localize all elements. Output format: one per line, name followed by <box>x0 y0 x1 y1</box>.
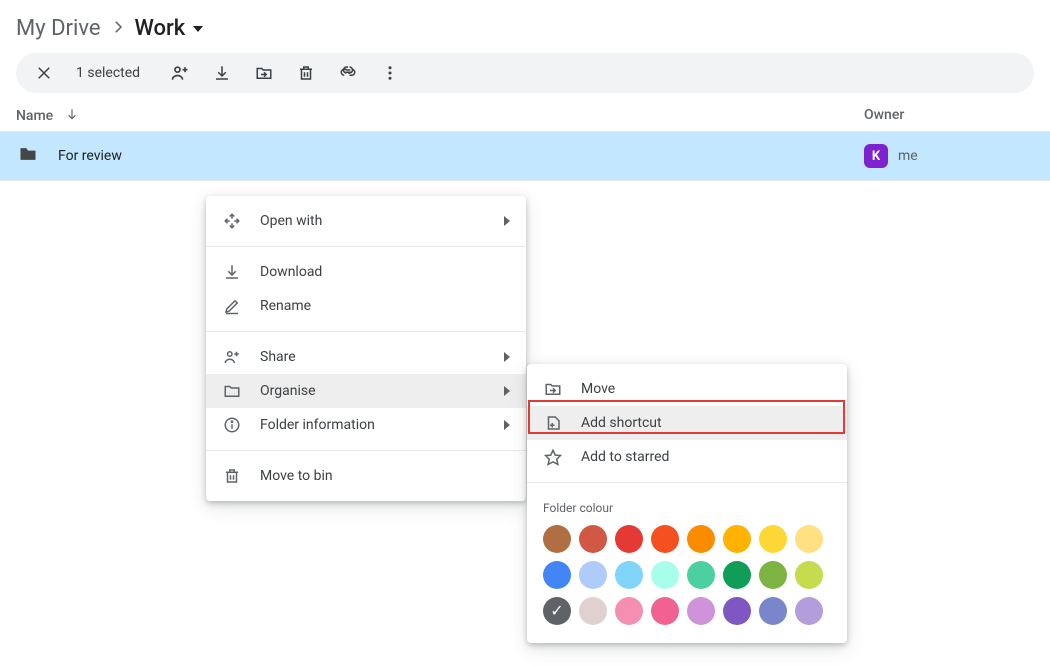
color-swatch[interactable] <box>651 597 679 625</box>
arrow-down-icon <box>65 107 79 125</box>
color-swatch[interactable] <box>615 561 643 589</box>
color-swatch[interactable] <box>543 561 571 589</box>
breadcrumb-current-label: Work <box>135 16 186 41</box>
selection-toolbar: 1 selected <box>16 53 1034 93</box>
organise-submenu: Move Add shortcut Add to starred Folder … <box>527 364 847 643</box>
file-row-selected[interactable]: For review K me <box>0 132 1050 181</box>
share-button[interactable] <box>168 61 192 85</box>
color-grid <box>527 521 847 635</box>
download-icon <box>222 263 242 281</box>
color-swatch[interactable] <box>687 525 715 553</box>
chevron-right-icon <box>109 18 127 40</box>
menu-download[interactable]: Download <box>206 255 526 289</box>
menu-move-to-bin-label: Move to bin <box>260 468 510 484</box>
menu-divider <box>206 450 526 451</box>
menu-share-label: Share <box>260 349 486 365</box>
column-header-owner[interactable]: Owner <box>864 107 904 123</box>
color-swatch[interactable] <box>651 561 679 589</box>
menu-move-to-bin[interactable]: Move to bin <box>206 459 526 493</box>
color-swatch[interactable] <box>615 525 643 553</box>
menu-rename[interactable]: Rename <box>206 289 526 323</box>
color-swatch[interactable] <box>759 597 787 625</box>
info-icon <box>222 416 242 434</box>
move-icon <box>543 380 563 398</box>
color-swatch[interactable] <box>759 525 787 553</box>
menu-open-with[interactable]: Open with <box>206 204 526 238</box>
context-menu: Open with Download Rename Share Organise… <box>206 196 526 501</box>
breadcrumb-root[interactable]: My Drive <box>16 16 101 41</box>
submenu-add-shortcut-label: Add shortcut <box>581 415 831 431</box>
menu-folder-info-label: Folder information <box>260 417 486 433</box>
color-swatch[interactable] <box>759 561 787 589</box>
color-swatch[interactable] <box>615 597 643 625</box>
more-button[interactable] <box>378 61 402 85</box>
trash-icon <box>222 467 242 485</box>
chevron-right-icon <box>504 386 510 396</box>
color-swatch[interactable] <box>795 525 823 553</box>
rename-icon <box>222 297 242 315</box>
menu-organise[interactable]: Organise <box>206 374 526 408</box>
column-header-row: Name Owner <box>0 97 1050 132</box>
menu-download-label: Download <box>260 264 510 280</box>
color-swatch[interactable] <box>795 561 823 589</box>
open-with-icon <box>222 212 242 230</box>
menu-divider <box>206 246 526 247</box>
folder-icon <box>16 144 40 168</box>
caret-down-icon <box>193 26 203 32</box>
organise-icon <box>222 382 242 400</box>
download-button[interactable] <box>210 61 234 85</box>
color-swatch[interactable] <box>543 525 571 553</box>
submenu-move-label: Move <box>581 381 831 397</box>
close-selection-button[interactable] <box>32 61 56 85</box>
submenu-add-shortcut[interactable]: Add shortcut <box>527 406 847 440</box>
selection-count: 1 selected <box>76 65 140 81</box>
breadcrumb-current[interactable]: Work <box>135 16 204 41</box>
submenu-add-to-starred[interactable]: Add to starred <box>527 440 847 474</box>
color-swatch[interactable] <box>651 525 679 553</box>
menu-share[interactable]: Share <box>206 340 526 374</box>
color-swatch[interactable] <box>579 597 607 625</box>
column-header-name[interactable]: Name <box>16 108 53 124</box>
menu-divider <box>206 331 526 332</box>
chevron-right-icon <box>504 352 510 362</box>
color-swatch[interactable] <box>795 597 823 625</box>
add-shortcut-icon <box>543 414 563 432</box>
folder-colour-label: Folder colour <box>527 491 847 521</box>
menu-divider <box>527 482 847 483</box>
owner-name: me <box>898 148 918 164</box>
breadcrumb: My Drive Work <box>0 0 1050 49</box>
menu-folder-info[interactable]: Folder information <box>206 408 526 442</box>
file-name: For review <box>58 148 864 164</box>
color-swatch[interactable] <box>723 597 751 625</box>
menu-organise-label: Organise <box>260 383 486 399</box>
menu-rename-label: Rename <box>260 298 510 314</box>
share-icon <box>222 348 242 366</box>
delete-button[interactable] <box>294 61 318 85</box>
owner-cell: K me <box>864 144 1034 168</box>
color-swatch[interactable] <box>723 525 751 553</box>
submenu-move[interactable]: Move <box>527 372 847 406</box>
color-swatch[interactable] <box>579 525 607 553</box>
color-swatch[interactable] <box>579 561 607 589</box>
color-swatch[interactable] <box>687 597 715 625</box>
owner-avatar: K <box>864 144 888 168</box>
submenu-add-to-starred-label: Add to starred <box>581 449 831 465</box>
color-swatch[interactable] <box>543 597 571 625</box>
color-swatch[interactable] <box>687 561 715 589</box>
menu-open-with-label: Open with <box>260 213 486 229</box>
chevron-right-icon <box>504 216 510 226</box>
color-swatch[interactable] <box>723 561 751 589</box>
star-icon <box>543 448 563 466</box>
chevron-right-icon <box>504 420 510 430</box>
move-button[interactable] <box>252 61 276 85</box>
link-button[interactable] <box>336 61 360 85</box>
